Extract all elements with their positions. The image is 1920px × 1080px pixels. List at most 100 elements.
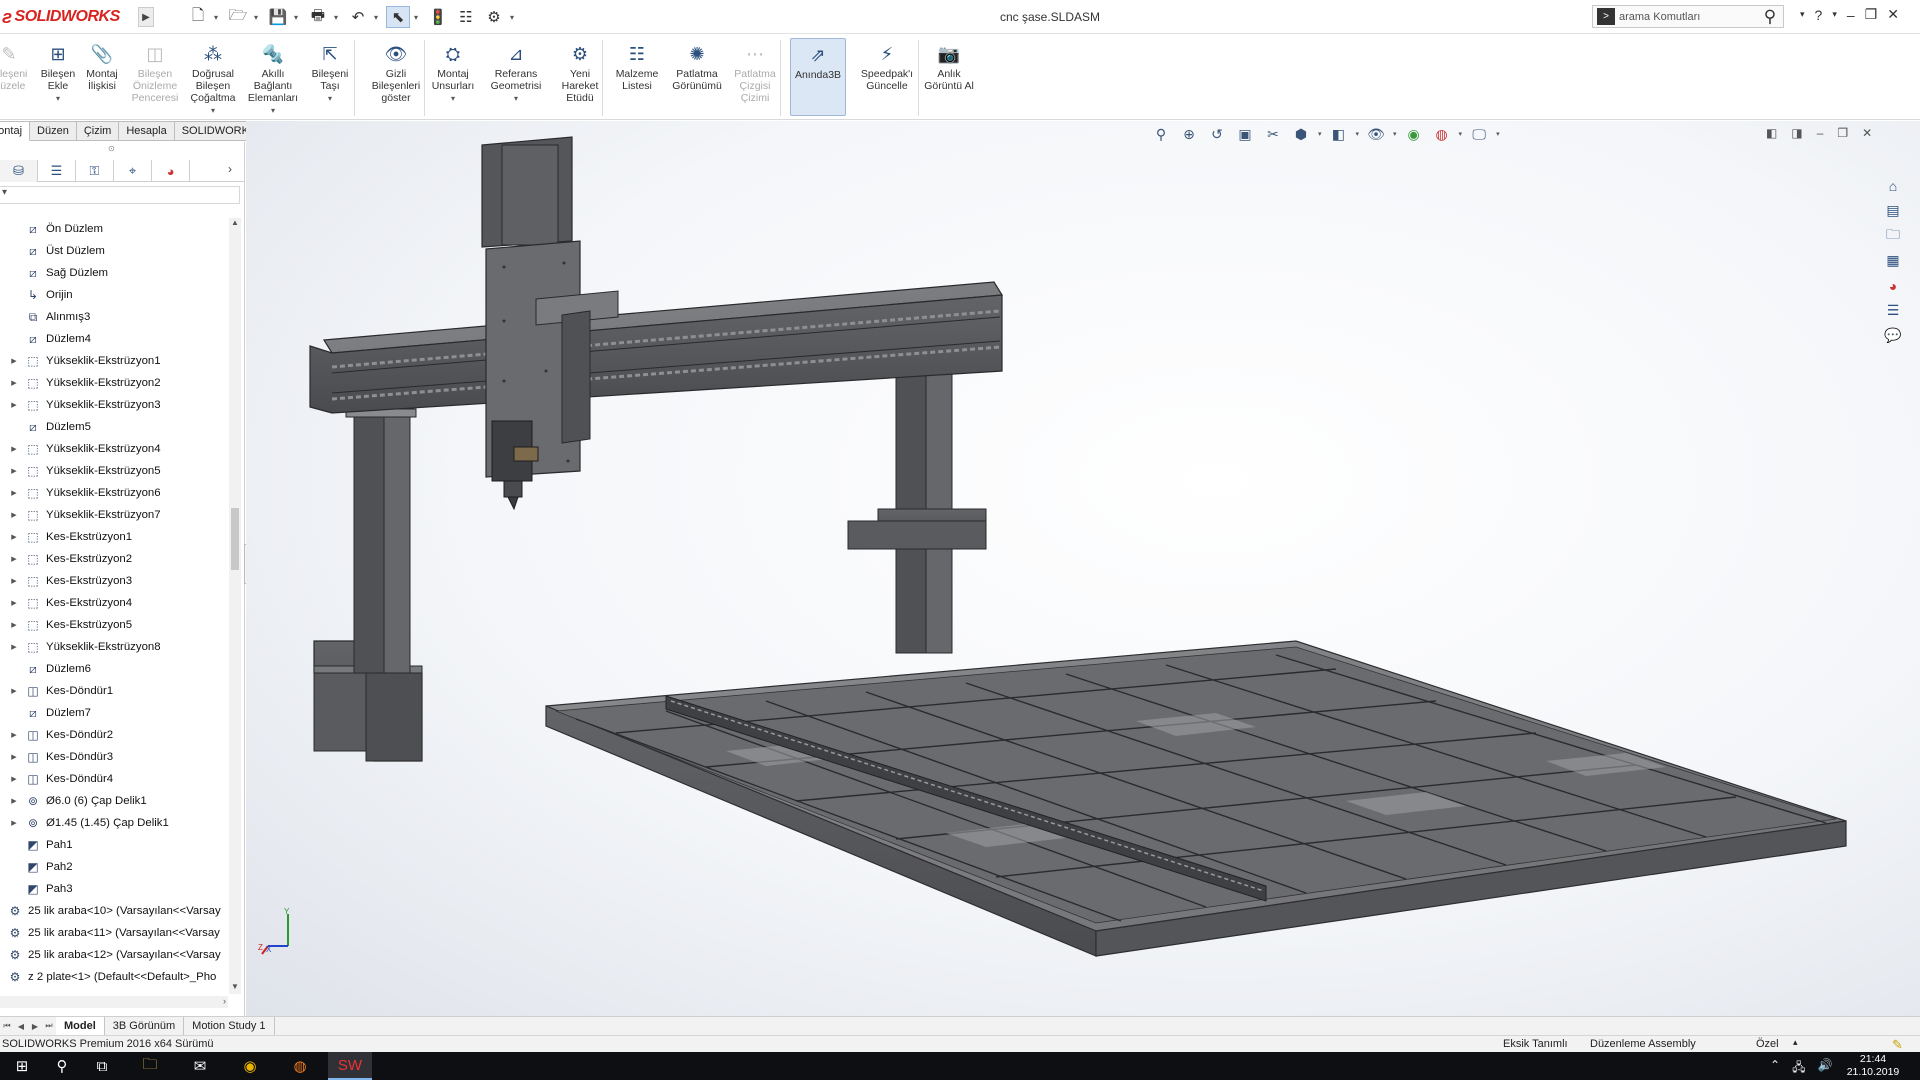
view-settings-dropdown[interactable]: ▾ xyxy=(1496,130,1500,138)
first-tab-icon[interactable]: ⏮ xyxy=(0,1017,14,1035)
tree-item[interactable]: ▶ ⊚ Ø1.45 (1.45) Çap Delik1 xyxy=(0,812,228,834)
expand-arrow-icon[interactable]: ▶ xyxy=(8,643,20,651)
last-tab-icon[interactable]: ⏭ xyxy=(42,1017,56,1035)
scroll-up-icon[interactable]: ▲ xyxy=(229,218,241,230)
units-selector[interactable]: Özel xyxy=(1756,1038,1779,1050)
next-tab-icon[interactable]: ▶ xyxy=(28,1017,42,1035)
feature-tree-tab-icon[interactable]: ⛁ xyxy=(0,160,38,182)
cmd-move-component[interactable]: ⇱ Bileşeni Taşı ▾ xyxy=(310,42,350,105)
cmd-exploded-view[interactable]: ✺ Patlatma Görünümü xyxy=(668,42,726,92)
expand-arrow-icon[interactable]: ▶ xyxy=(8,533,20,541)
solidworks-resources-home-icon[interactable]: ⌂ xyxy=(1882,175,1904,196)
design-library-icon[interactable]: ▤ xyxy=(1882,200,1904,221)
tree-item[interactable]: ⚙ 25 lik araba<11> (Varsayılan<<Varsay xyxy=(0,922,228,944)
expand-arrow-icon[interactable]: ▶ xyxy=(8,357,20,365)
expand-arrow-icon[interactable]: ▶ xyxy=(8,797,20,805)
file-explorer-taskbar-icon[interactable]: 🗀 xyxy=(128,1052,172,1080)
cmd-smart-fasteners[interactable]: 🔩 Akıllı Bağlantı Elemanları ▾ xyxy=(246,42,300,117)
expand-arrow-icon[interactable]: ▶ xyxy=(8,687,20,695)
tab-3d-view[interactable]: 3B Görünüm xyxy=(105,1017,185,1035)
tree-item[interactable]: ▶ ◫ Kes-Döndür4 xyxy=(0,768,228,790)
solidworks-taskbar-icon[interactable]: SW xyxy=(328,1052,372,1080)
viewport-prev-icon[interactable]: ◧ xyxy=(1766,126,1777,140)
cmd-dropdown-icon[interactable]: ▾ xyxy=(56,93,60,105)
scroll-down-icon[interactable]: ▼ xyxy=(229,982,241,994)
scroll-right-icon[interactable]: › xyxy=(223,996,226,1006)
tab-1[interactable]: Düzen xyxy=(30,121,77,141)
cmd-linear-pattern[interactable]: ⁂ Doğrusal Bileşen Çoğaltma ▾ xyxy=(186,42,240,117)
expand-arrow-icon[interactable]: ▶ xyxy=(8,599,20,607)
cmd-insert-component[interactable]: ⊞ Bileşen Ekle ▾ xyxy=(38,42,78,105)
tree-item[interactable]: ⧄ Üst Düzlem xyxy=(0,240,228,262)
viewport-close-icon[interactable]: ✕ xyxy=(1862,126,1872,140)
help-dropdown-icon[interactable]: ▾ xyxy=(1832,9,1837,20)
property-manager-tab-icon[interactable]: ☰ xyxy=(38,160,76,182)
cmd-instant3d[interactable]: ⇗ Anında3B xyxy=(790,38,846,116)
cnc-chassis-3d-model[interactable] xyxy=(246,121,1920,1016)
display-style-icon[interactable]: ◧ xyxy=(1328,124,1350,144)
view-orientation-dropdown[interactable]: ▾ xyxy=(1318,130,1322,138)
tree-item[interactable]: ⧄ Düzlem7 xyxy=(0,702,228,724)
tree-item[interactable]: ▶ ⬚ Kes-Ekstrüzyon3 xyxy=(0,570,228,592)
tree-item[interactable]: ◩ Pah1 xyxy=(0,834,228,856)
tree-item[interactable]: ▶ ⬚ Yükseklik-Ekstrüzyon4 xyxy=(0,438,228,460)
cmd-dropdown-icon[interactable]: ▾ xyxy=(451,93,455,105)
tree-item[interactable]: ⧄ Düzlem6 xyxy=(0,658,228,680)
tree-item[interactable]: ▶ ⬚ Yükseklik-Ekstrüzyon3 xyxy=(0,394,228,416)
minimize-icon[interactable]: – xyxy=(1847,7,1855,23)
cmd-dropdown-icon[interactable]: ▾ xyxy=(514,93,518,105)
cmd-show-hidden[interactable]: 👁 Gizli Bileşenleri göster xyxy=(370,42,422,104)
restore-icon[interactable]: ❐ xyxy=(1865,6,1878,23)
tab-model[interactable]: Model xyxy=(56,1017,105,1035)
expand-arrow-icon[interactable]: ▶ xyxy=(8,753,20,761)
tree-item[interactable]: ▶ ⬚ Kes-Ekstrüzyon4 xyxy=(0,592,228,614)
zoom-to-fit-icon[interactable]: ⚲ xyxy=(1150,124,1172,144)
tree-item[interactable]: ▶ ⬚ Yükseklik-Ekstrüzyon1 xyxy=(0,350,228,372)
chrome-icon[interactable]: ◉ xyxy=(228,1052,272,1080)
search-icon[interactable]: ⚲ xyxy=(1757,7,1783,27)
tree-item[interactable]: ▶ ◫ Kes-Döndür1 xyxy=(0,680,228,702)
hide-show-dropdown[interactable]: ▾ xyxy=(1393,130,1397,138)
view-orientation-icon[interactable]: ⬢ xyxy=(1290,124,1312,144)
tree-item[interactable]: ⚙ 25 lik araba<12> (Varsayılan<<Varsay xyxy=(0,944,228,966)
cmd-speedpak[interactable]: ⚡ Speedpak'ı Güncelle xyxy=(856,42,918,92)
firefox-icon[interactable]: ◍ xyxy=(278,1052,322,1080)
clock[interactable]: 21:44 21.10.2019 xyxy=(1840,1053,1906,1079)
file-explorer-icon[interactable]: 🗀 xyxy=(1882,225,1904,246)
panel-grip[interactable]: ⊙ xyxy=(108,144,115,153)
left-column[interactable] xyxy=(313,408,423,762)
tab-3[interactable]: Hesapla xyxy=(119,121,175,141)
cmd-motion-study[interactable]: ⚙ Yeni Hareket Etüdü xyxy=(560,42,600,104)
tree-item[interactable]: ⧉ Alınmış3 xyxy=(0,306,228,328)
tab-motion-study[interactable]: Motion Study 1 xyxy=(184,1017,275,1035)
tree-item[interactable]: ⚙ z 2 plate<1> (Default<<Default>_Pho xyxy=(0,966,228,988)
taskbar-search-icon[interactable]: ⚲ xyxy=(40,1052,84,1080)
tree-item[interactable]: ⚙ 25 lik araba<10> (Varsayılan<<Varsay xyxy=(0,900,228,922)
search-input[interactable]: arama Komutları xyxy=(1619,11,1757,23)
cmd-bom[interactable]: ☷ Malzeme Listesi xyxy=(612,42,662,92)
hide-show-items-icon[interactable]: 👁 xyxy=(1365,124,1387,144)
cmd-dropdown-icon[interactable]: ▾ xyxy=(211,105,215,117)
windows-start-icon[interactable]: ⊞ xyxy=(0,1052,44,1080)
expand-arrow-icon[interactable]: ▶ xyxy=(8,819,20,827)
cmd-dropdown-icon[interactable]: ▾ xyxy=(271,105,275,117)
apply-scene-icon[interactable]: ◍ xyxy=(1431,124,1453,144)
display-manager-tab-icon[interactable]: ◕ xyxy=(152,160,190,182)
tree-item[interactable]: ◩ Pah3 xyxy=(0,878,228,900)
previous-view-icon[interactable]: ↺ xyxy=(1206,124,1228,144)
tree-item[interactable]: ▶ ⬚ Yükseklik-Ekstrüzyon8 xyxy=(0,636,228,658)
expand-arrow-icon[interactable]: ▶ xyxy=(8,379,20,387)
volume-icon[interactable]: 🔊 xyxy=(1817,1058,1832,1079)
tree-item[interactable]: ⧄ Düzlem5 xyxy=(0,416,228,438)
expand-arrow-icon[interactable]: ▶ xyxy=(8,511,20,519)
help-icon[interactable]: ? xyxy=(1815,7,1823,23)
tree-item[interactable]: ⧄ Ön Düzlem xyxy=(0,218,228,240)
custom-properties-icon[interactable]: ☰ xyxy=(1882,300,1904,321)
cmd-dropdown-icon[interactable]: ▾ xyxy=(328,93,332,105)
command-search-box[interactable]: > arama Komutları ⚲ xyxy=(1592,5,1784,28)
view-palette-icon[interactable]: ▦ xyxy=(1882,250,1904,271)
cmd-reference-geometry[interactable]: ⊿ Referans Geometrisi ▾ xyxy=(488,42,544,105)
edit-appearance-icon[interactable]: ◉ xyxy=(1403,124,1425,144)
expand-arrow-icon[interactable]: ▶ xyxy=(8,555,20,563)
viewport-next-icon[interactable]: ◨ xyxy=(1791,126,1802,140)
